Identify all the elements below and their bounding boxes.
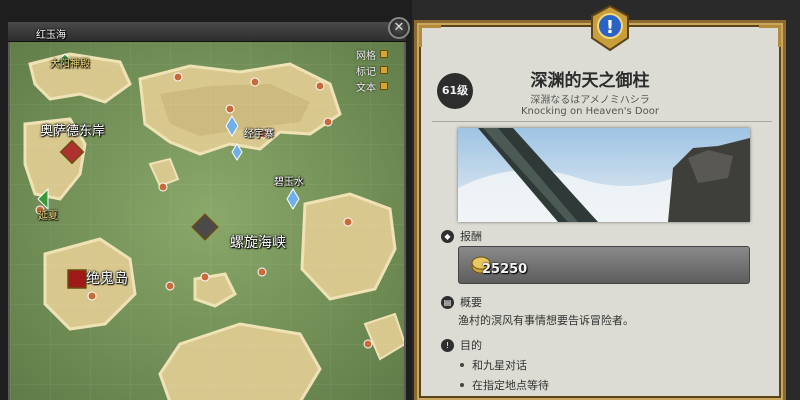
summary-heading: 概要 <box>460 296 482 309</box>
toggle-markers[interactable]: 标记 <box>356 63 404 78</box>
reward-gil-amount: 25250 <box>482 262 528 277</box>
toggle-grid[interactable]: 网格 <box>356 47 404 62</box>
toggle-markers-label: 标记 <box>356 66 376 78</box>
bullet-icon <box>460 363 464 367</box>
toggle-text[interactable]: 文本 <box>356 79 404 94</box>
book-icon: ▤ <box>441 295 454 309</box>
objective-item: 在指定地点等待 <box>460 377 549 393</box>
map-label-temple: 大阳神殿 <box>50 59 90 70</box>
checkbox-icon <box>380 82 388 90</box>
quest-summary-text: 渔村的溟风有事情想要告诉冒险者。 <box>458 314 634 327</box>
map-terrain <box>10 24 404 400</box>
frame-corner <box>759 25 781 47</box>
map-panel: 红玉海 ✕ 网格 标记 文本 大阳神殿 奥萨德东岸 碧玉水 经宇寨 螺旋海峡 绝… <box>0 0 412 400</box>
toggle-text-label: 文本 <box>356 82 376 94</box>
quest-subtitle-en: Knocking on Heaven's Door <box>521 106 659 117</box>
svg-text:!: ! <box>606 17 614 38</box>
quest-title: 深渊的天之御柱 <box>530 71 650 91</box>
reward-heading: 报酬 <box>460 230 482 243</box>
map-label-east-coast: 奥萨德东岸 <box>40 124 106 139</box>
reward-section-heading: ◆ 报酬 <box>441 228 482 244</box>
map-label-spiral-strait: 螺旋海峡 <box>230 235 286 251</box>
checkbox-icon <box>380 50 388 58</box>
reward-icon: ◆ <box>441 229 454 243</box>
quest-level-badge: 61级 <box>437 73 473 109</box>
toggle-grid-label: 网格 <box>356 50 376 62</box>
region-name: 红玉海 <box>36 30 66 41</box>
bullet-icon <box>460 383 464 387</box>
main-scenario-quest-icon: ! <box>591 4 629 52</box>
objective-item: 和九星对话 <box>460 357 527 373</box>
map-label-exit: 延夏 <box>38 211 58 222</box>
checkbox-icon <box>380 66 388 74</box>
exclamation-icon: ! <box>441 338 454 352</box>
divider <box>432 121 772 122</box>
quest-subtitle-jp: 深淵なるはアメノミハシラ <box>530 95 650 106</box>
map-label-kogane: 经宇寨 <box>244 129 274 140</box>
frame-corner <box>419 25 441 47</box>
objective-text: 在指定地点等待 <box>472 379 549 392</box>
objective-text: 和九星对话 <box>472 359 527 372</box>
map-titlebar[interactable] <box>8 22 406 42</box>
map-label-onokoro: 绝鬼岛 <box>86 271 128 287</box>
objective-section-heading: ! 目的 <box>441 337 482 353</box>
close-icon[interactable]: ✕ <box>388 17 410 39</box>
summary-section-heading: ▤ 概要 <box>441 294 482 310</box>
quest-banner-image <box>458 128 750 222</box>
objective-heading: 目的 <box>460 339 482 352</box>
map-view[interactable] <box>8 22 406 400</box>
map-label-tamamizu: 碧玉水 <box>274 177 304 188</box>
